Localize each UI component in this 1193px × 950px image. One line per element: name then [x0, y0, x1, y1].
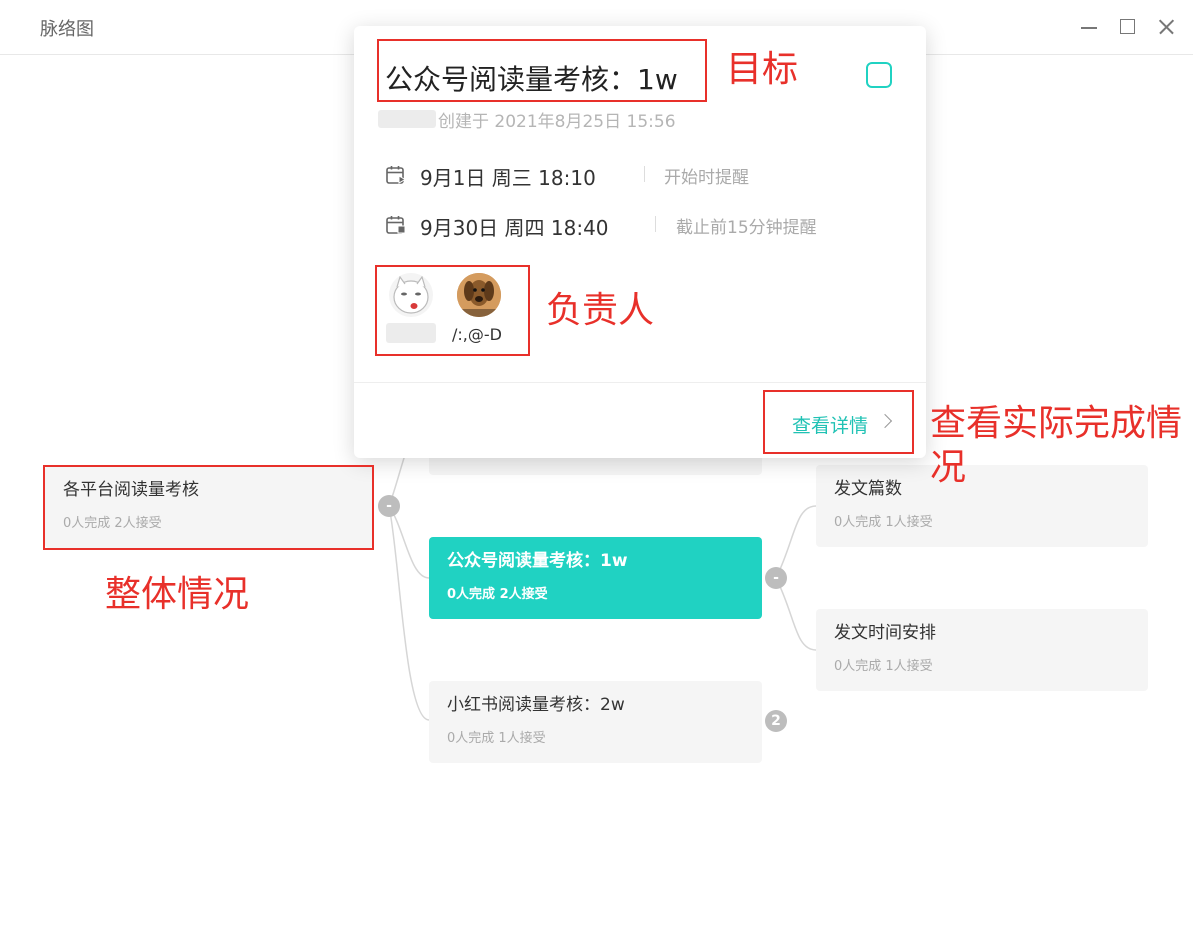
end-time-row[interactable]: 9月30日 周四 18:40 截止前15分钟提醒 — [385, 211, 885, 240]
child-node-xiaohongshu[interactable]: 小红书阅读量考核：2w 0人完成 1人接受 — [429, 681, 762, 763]
start-reminder: 开始时提醒 — [664, 168, 749, 188]
node-meta: 0人完成 1人接受 — [834, 659, 933, 674]
complete-checkbox[interactable] — [866, 62, 892, 88]
annotation-overview: 整体情况 — [105, 574, 250, 615]
node-title: 发文篇数 — [834, 479, 902, 499]
node-title: 发文时间安排 — [834, 623, 936, 643]
node-title: 公众号阅读量考核：1w — [447, 551, 628, 571]
expand-count-badge[interactable]: 2 — [765, 710, 787, 732]
separator — [644, 166, 645, 182]
created-info: 创建于 2021年8月25日 15:56 — [438, 112, 676, 132]
node-meta: 0人完成 2人接受 — [447, 587, 548, 602]
node-meta: 0人完成 1人接受 — [447, 731, 546, 746]
creator-name-redacted — [378, 110, 436, 128]
popup-divider — [354, 382, 926, 383]
start-date: 9月1日 周三 18:10 — [420, 166, 596, 190]
node-title: 小红书阅读量考核：2w — [447, 695, 625, 715]
annotation-owner: 负责人 — [546, 290, 655, 331]
calendar-start-icon — [386, 166, 406, 184]
annotation-goal: 目标 — [726, 49, 799, 90]
end-date: 9月30日 周四 18:40 — [420, 216, 609, 240]
grandchild-node-schedule[interactable]: 发文时间安排 0人完成 1人接受 — [816, 609, 1148, 691]
annotation-box-detail — [763, 390, 914, 454]
annotation-box-overview — [43, 465, 374, 550]
calendar-end-icon — [386, 216, 406, 234]
annotation-box-owner — [375, 265, 530, 356]
collapse-toggle[interactable]: - — [378, 495, 400, 517]
child-node-wechat[interactable]: 公众号阅读量考核：1w 0人完成 2人接受 — [429, 537, 762, 619]
node-meta: 0人完成 1人接受 — [834, 515, 933, 530]
end-reminder: 截止前15分钟提醒 — [676, 218, 817, 238]
annotation-detail: 查看实际完成情况 — [930, 403, 1183, 488]
separator — [655, 216, 656, 232]
start-time-row[interactable]: 9月1日 周三 18:10 开始时提醒 — [385, 161, 885, 190]
collapse-toggle[interactable]: - — [765, 567, 787, 589]
annotation-box-goal — [377, 39, 707, 102]
